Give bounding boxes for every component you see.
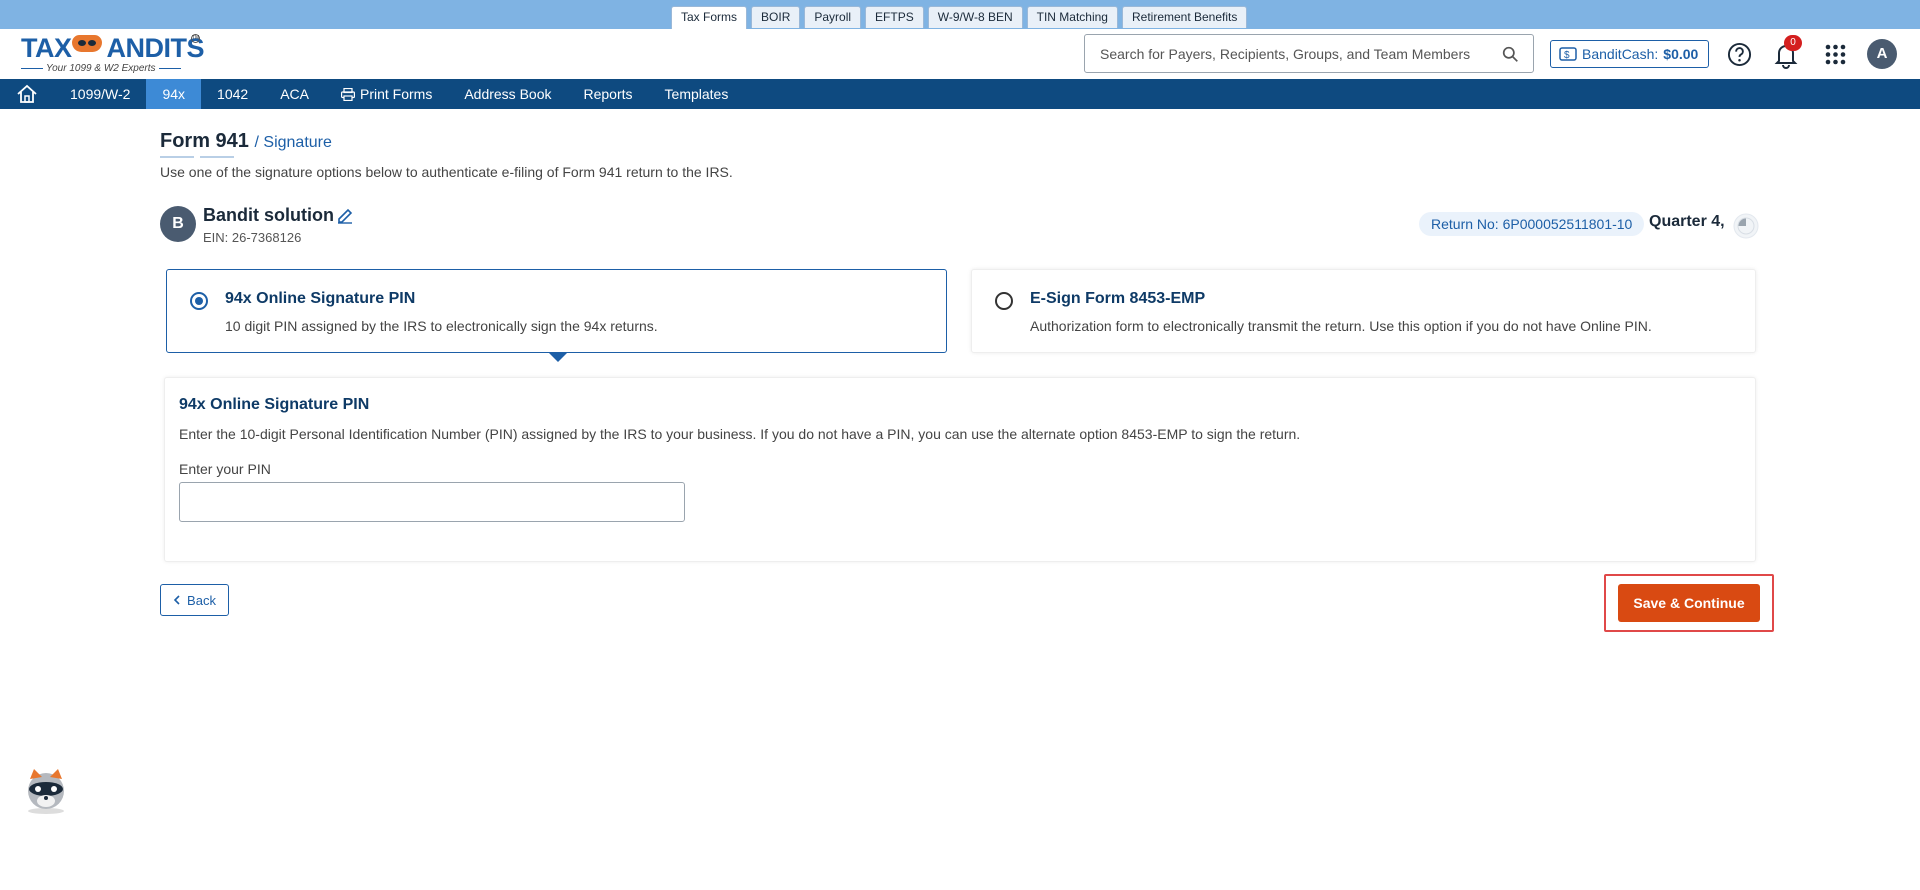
nav-home[interactable] — [12, 79, 54, 109]
tab-w9-w8ben[interactable]: W-9/W-8 BEN — [927, 6, 1023, 28]
payer-info: B Bandit solution EIN: 26-7368126 Return… — [160, 205, 1759, 250]
signature-page: Form 941 / Signature Use one of the sign… — [160, 130, 1774, 632]
owl-mascot-icon — [72, 35, 102, 52]
product-tab-strip: Tax Forms BOIR Payroll EFTPS W-9/W-8 BEN… — [0, 0, 1920, 29]
edit-pencil-icon[interactable] — [336, 206, 354, 224]
form-title: Form 941 — [160, 130, 249, 152]
bandit-cash-label: BanditCash: — [1582, 46, 1659, 62]
pin-section-description: Enter the 10-digit Personal Identificati… — [179, 426, 1301, 442]
tab-retirement-benefits[interactable]: Retirement Benefits — [1121, 6, 1248, 28]
option-title: 94x Online Signature PIN — [225, 290, 416, 307]
raccoon-mascot-chat-icon[interactable] — [19, 765, 73, 815]
chevron-left-icon — [173, 595, 180, 605]
nav-1099-w2[interactable]: 1099/W-2 — [54, 79, 146, 109]
notification-count-badge: 0 — [1784, 35, 1802, 51]
save-button-highlight: Save & Continue — [1604, 574, 1774, 632]
wallet-icon: $ — [1559, 47, 1577, 61]
pin-input[interactable] — [179, 482, 685, 522]
back-button[interactable]: Back — [160, 584, 229, 616]
logo-tagline: Your 1099 & W2 Experts — [21, 63, 181, 74]
search-input[interactable] — [1085, 35, 1480, 72]
nav-94x[interactable]: 94x — [146, 79, 202, 109]
quarter-label: Quarter 4, — [1649, 213, 1725, 230]
help-icon[interactable] — [1727, 42, 1752, 67]
user-avatar[interactable]: A — [1867, 39, 1897, 69]
taxbandits-logo[interactable]: TAX ANDITS TM Your 1099 & W2 Experts — [21, 33, 206, 75]
title-underline — [160, 156, 1756, 158]
option-description: Authorization form to electronically tra… — [1030, 318, 1652, 334]
product-tabs: Tax Forms BOIR Payroll EFTPS W-9/W-8 BEN… — [671, 6, 1248, 29]
nav-templates[interactable]: Templates — [649, 79, 745, 109]
nav-reports[interactable]: Reports — [568, 79, 649, 109]
back-button-label: Back — [187, 592, 216, 608]
option-description: 10 digit PIN assigned by the IRS to elec… — [225, 318, 658, 334]
nav-address-book[interactable]: Address Book — [448, 79, 567, 109]
page-title: Form 941 / Signature — [160, 130, 1756, 153]
page-instruction: Use one of the signature options below t… — [160, 164, 733, 180]
pin-section-title: 94x Online Signature PIN — [179, 396, 370, 413]
pin-entry-card: 94x Online Signature PIN Enter the 10-di… — [164, 377, 1756, 562]
nav-aca[interactable]: ACA — [264, 79, 325, 109]
quarter-pie-icon — [1733, 213, 1759, 239]
bandit-cash-button[interactable]: $ BanditCash: $0.00 — [1550, 40, 1709, 68]
save-continue-button[interactable]: Save & Continue — [1618, 584, 1760, 622]
tab-payroll[interactable]: Payroll — [804, 6, 862, 28]
return-number-badge: Return No: 6P000052511801-10 — [1419, 212, 1645, 236]
trademark-icon: TM — [191, 34, 200, 43]
tab-tin-matching[interactable]: TIN Matching — [1026, 6, 1118, 28]
app-header: TAX ANDITS TM Your 1099 & W2 Experts $ B… — [0, 29, 1920, 79]
payer-avatar: B — [160, 206, 196, 242]
tab-tax-forms[interactable]: Tax Forms — [671, 6, 748, 29]
bandit-cash-amount: $0.00 — [1663, 46, 1699, 62]
selected-option-pointer — [549, 353, 567, 362]
radio-online-pin[interactable] — [190, 292, 208, 310]
search-icon[interactable] — [1502, 46, 1519, 63]
tab-boir[interactable]: BOIR — [751, 6, 801, 28]
breadcrumb: / Signature — [254, 134, 332, 151]
tab-eftps[interactable]: EFTPS — [865, 6, 924, 28]
main-nav: 1099/W-2 94x 1042 ACA Print Forms Addres… — [0, 79, 1920, 109]
nav-print-forms[interactable]: Print Forms — [325, 79, 448, 109]
option-online-signature-pin[interactable]: 94x Online Signature PIN 10 digit PIN as… — [166, 269, 947, 353]
pin-field-label: Enter your PIN — [179, 461, 271, 477]
option-esign-8453-emp[interactable]: E-Sign Form 8453-EMP Authorization form … — [971, 269, 1756, 353]
svg-text:$: $ — [1564, 50, 1570, 61]
option-title: E-Sign Form 8453-EMP — [1030, 290, 1206, 307]
payer-ein: EIN: 26-7368126 — [203, 230, 302, 245]
nav-1042[interactable]: 1042 — [201, 79, 264, 109]
printer-icon — [340, 87, 355, 101]
payer-name: Bandit solution — [203, 205, 334, 225]
home-icon — [17, 84, 37, 103]
nav-print-forms-label: Print Forms — [359, 86, 433, 102]
logo-text: TAX ANDITS — [21, 33, 205, 63]
global-search — [1084, 34, 1534, 73]
apps-grid-icon[interactable] — [1825, 44, 1846, 65]
radio-esign-8453[interactable] — [995, 292, 1013, 310]
